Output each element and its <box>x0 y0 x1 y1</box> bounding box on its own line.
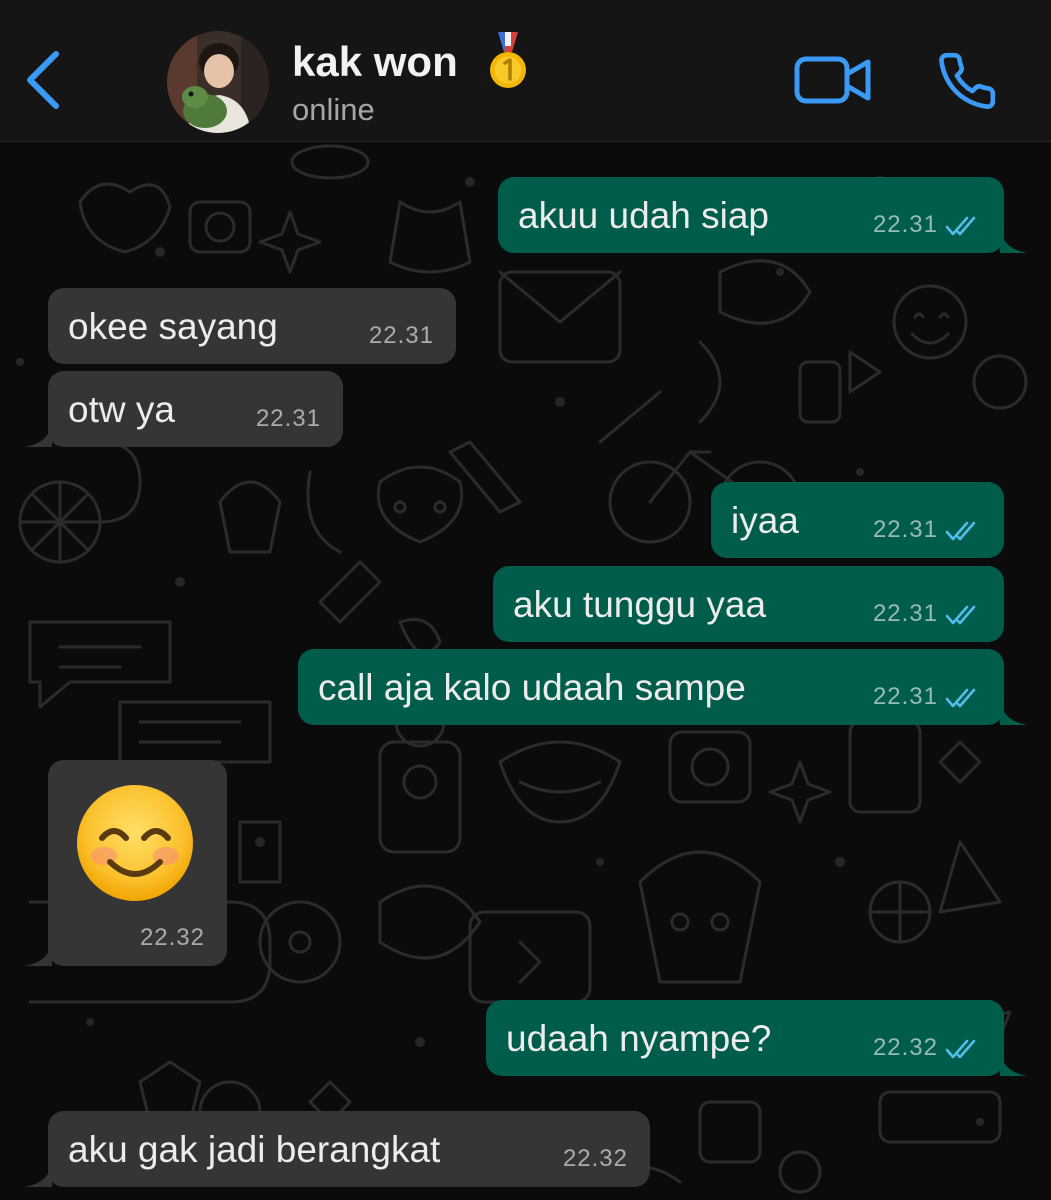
message-bubble-outgoing[interactable]: aku tunggu yaa 22.31 <box>493 566 1004 642</box>
message-text: otw ya <box>68 389 175 430</box>
message-text: call aja kalo udaah sampe <box>318 667 746 708</box>
phone-icon[interactable] <box>936 50 998 112</box>
message-text: akuu udah siap <box>518 195 769 236</box>
chat-area[interactable]: akuu udah siap 22.31 okee sayang 22.31 o… <box>0 142 1051 1200</box>
message-text: aku tunggu yaa <box>513 584 767 625</box>
bubble-tail <box>1000 699 1028 725</box>
read-receipt-icon <box>945 688 976 708</box>
message-time: 22.31 <box>872 600 938 627</box>
message-bubble-outgoing[interactable]: call aja kalo udaah sampe 22.31 <box>298 649 1028 725</box>
message-bubble-outgoing[interactable]: iyaa 22.31 <box>711 482 1004 558</box>
message-time: 22.31 <box>872 211 938 238</box>
chat-header: kak won online <box>0 0 1051 142</box>
bubble-tail <box>1000 227 1028 253</box>
bubble-tail <box>24 421 52 447</box>
contact-status: online <box>292 92 375 127</box>
message-time: 22.31 <box>368 322 434 349</box>
first-place-medal-icon <box>490 32 526 88</box>
bubble-tail <box>24 1161 52 1187</box>
message-bubble-incoming[interactable]: 22.32 <box>24 760 227 966</box>
message-bubble-incoming[interactable]: okee sayang 22.31 <box>48 288 456 364</box>
bubble-tail <box>24 940 52 966</box>
message-time: 22.31 <box>872 516 938 543</box>
message-bubble-incoming[interactable]: otw ya 22.31 <box>24 371 343 447</box>
read-receipt-icon <box>945 605 976 625</box>
message-time: 22.32 <box>872 1034 938 1061</box>
chevron-left-icon[interactable] <box>20 48 64 112</box>
message-text: udaah nyampe? <box>506 1018 772 1059</box>
message-bubble-outgoing[interactable]: akuu udah siap 22.31 <box>498 177 1028 253</box>
message-bubble-outgoing[interactable]: udaah nyampe? 22.32 <box>486 1000 1028 1076</box>
video-camera-icon[interactable] <box>794 52 872 108</box>
message-bubble-incoming[interactable]: aku gak jadi berangkat 22.32 <box>24 1111 650 1187</box>
message-time: 22.31 <box>255 405 321 432</box>
read-receipt-icon <box>945 216 976 236</box>
message-time: 22.32 <box>139 924 205 951</box>
message-text: aku gak jadi berangkat <box>68 1129 441 1170</box>
message-text: iyaa <box>731 500 799 541</box>
read-receipt-icon <box>945 521 976 541</box>
message-time: 22.32 <box>562 1145 628 1172</box>
message-text: okee sayang <box>68 306 278 347</box>
read-receipt-icon <box>945 1039 976 1059</box>
message-time: 22.31 <box>872 683 938 710</box>
avatar[interactable] <box>167 31 269 133</box>
bubble-tail <box>1000 1050 1028 1076</box>
smiling-face-with-smiling-eyes-icon <box>77 785 193 901</box>
contact-name[interactable]: kak won <box>292 38 458 86</box>
